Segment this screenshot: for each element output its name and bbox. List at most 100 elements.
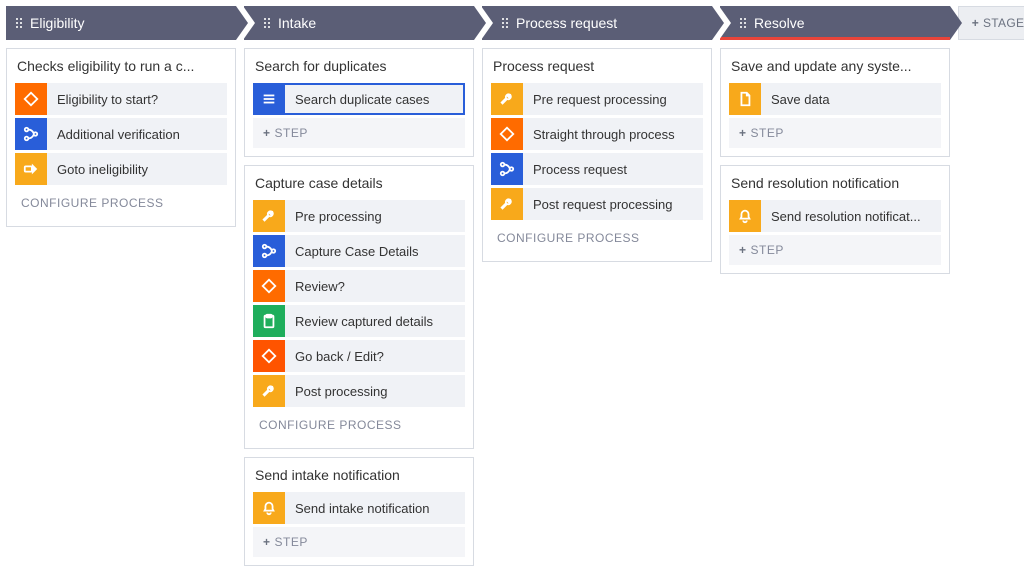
step-label: Save data <box>761 92 941 107</box>
diamond-icon <box>491 118 523 150</box>
diamond-glyph <box>261 348 277 364</box>
process-title[interactable]: Capture case details <box>245 166 473 200</box>
step-row[interactable]: Post processing <box>253 375 465 407</box>
step-label: Process request <box>523 162 703 177</box>
step-label: Post request processing <box>523 197 703 212</box>
add-step-label: STEP <box>751 126 784 140</box>
step-row[interactable]: Send resolution notificat... <box>729 200 941 232</box>
branch-glyph <box>499 161 515 177</box>
wrench-glyph <box>499 196 515 212</box>
step-label: Straight through process <box>523 127 703 142</box>
wrench-icon <box>253 375 285 407</box>
configure-process-button[interactable]: CONFIGURE PROCESS <box>253 410 465 440</box>
add-stage-button[interactable]: + STAGE <box>958 6 1024 40</box>
process-title[interactable]: Process request <box>483 49 711 83</box>
step-row[interactable]: Straight through process <box>491 118 703 150</box>
stage-header[interactable]: Intake <box>244 6 474 40</box>
wrench-glyph <box>261 383 277 399</box>
step-label: Pre processing <box>285 209 465 224</box>
bell-glyph <box>737 208 753 224</box>
stage-board: Eligibility Checks eligibility to run a c… <box>6 6 1018 574</box>
stage-column: Resolve Save and update any syste... Save … <box>720 6 950 282</box>
clipboard-icon <box>253 305 285 337</box>
wrench-icon <box>253 200 285 232</box>
process-title[interactable]: Checks eligibility to run a c... <box>7 49 235 83</box>
add-step-label: STEP <box>275 126 308 140</box>
diamond-icon <box>253 340 285 372</box>
process-card: Checks eligibility to run a c... Eligibil… <box>6 48 236 227</box>
step-row[interactable]: Eligibility to start? <box>15 83 227 115</box>
step-row[interactable]: Review captured details <box>253 305 465 337</box>
diamond-glyph <box>261 278 277 294</box>
process-card: Search for duplicates Search duplicate ca… <box>244 48 474 157</box>
process-title[interactable]: Send resolution notification <box>721 166 949 200</box>
step-row[interactable]: Goto ineligibility <box>15 153 227 185</box>
bell-icon <box>253 492 285 524</box>
file-glyph <box>737 91 753 107</box>
step-row[interactable]: Process request <box>491 153 703 185</box>
step-row[interactable]: Post request processing <box>491 188 703 220</box>
process-title[interactable]: Send intake notification <box>245 458 473 492</box>
stage-header[interactable]: Eligibility <box>6 6 236 40</box>
step-row[interactable]: Additional verification <box>15 118 227 150</box>
step-label: Post processing <box>285 384 465 399</box>
step-row[interactable]: Save data <box>729 83 941 115</box>
configure-process-button[interactable]: CONFIGURE PROCESS <box>15 188 227 218</box>
add-step-button[interactable]: + STEP <box>729 235 941 265</box>
list-icon <box>253 83 285 115</box>
branch-icon <box>15 118 47 150</box>
stage-header[interactable]: Resolve <box>720 6 950 40</box>
step-row[interactable]: Pre request processing <box>491 83 703 115</box>
process-title[interactable]: Search for duplicates <box>245 49 473 83</box>
step-label: Pre request processing <box>523 92 703 107</box>
diamond-icon <box>253 270 285 302</box>
stage-title: Resolve <box>754 15 805 31</box>
add-stage-column: + STAGE <box>958 6 1024 40</box>
stage-column: Process request Process request Pre reques… <box>482 6 712 270</box>
arrow_right-glyph <box>23 161 39 177</box>
process-card: Capture case details Pre processing Captur… <box>244 165 474 449</box>
stage-header[interactable]: Process request <box>482 6 712 40</box>
plus-icon: + <box>263 535 271 549</box>
stage-column: Intake Search for duplicates Search duplic… <box>244 6 474 574</box>
drag-handle-icon[interactable] <box>264 18 270 28</box>
step-row[interactable]: Go back / Edit? <box>253 340 465 372</box>
diamond-glyph <box>23 91 39 107</box>
step-row[interactable]: Send intake notification <box>253 492 465 524</box>
configure-process-button[interactable]: CONFIGURE PROCESS <box>491 223 703 253</box>
add-step-button[interactable]: + STEP <box>729 118 941 148</box>
plus-icon: + <box>739 243 747 257</box>
step-label: Send resolution notificat... <box>761 209 941 224</box>
stage-title: Process request <box>516 15 617 31</box>
plus-icon: + <box>972 16 979 30</box>
step-label: Additional verification <box>47 127 227 142</box>
drag-handle-icon[interactable] <box>502 18 508 28</box>
step-row[interactable]: Review? <box>253 270 465 302</box>
step-row[interactable]: Pre processing <box>253 200 465 232</box>
file-icon <box>729 83 761 115</box>
add-step-button[interactable]: +STEP <box>253 527 465 557</box>
add-stage-label: STAGE <box>983 16 1024 30</box>
clipboard-glyph <box>261 313 277 329</box>
step-label: Eligibility to start? <box>47 92 227 107</box>
step-label: Search duplicate cases <box>285 92 465 107</box>
branch-glyph <box>23 126 39 142</box>
arrow_right-icon <box>15 153 47 185</box>
plus-icon: + <box>739 126 747 140</box>
add-step-button[interactable]: + STEP <box>253 118 465 148</box>
step-row[interactable]: Capture Case Details <box>253 235 465 267</box>
bell-icon <box>729 200 761 232</box>
step-label: Capture Case Details <box>285 244 465 259</box>
step-label: Review? <box>285 279 465 294</box>
process-title[interactable]: Save and update any syste... <box>721 49 949 83</box>
drag-handle-icon[interactable] <box>16 18 22 28</box>
branch-glyph <box>261 243 277 259</box>
add-step-label: STEP <box>751 243 784 257</box>
step-row[interactable]: Search duplicate cases <box>253 83 465 115</box>
plus-icon: + <box>263 126 271 140</box>
drag-handle-icon[interactable] <box>740 18 746 28</box>
diamond-icon <box>15 83 47 115</box>
wrench-glyph <box>261 208 277 224</box>
wrench-icon <box>491 188 523 220</box>
stage-title: Intake <box>278 15 316 31</box>
